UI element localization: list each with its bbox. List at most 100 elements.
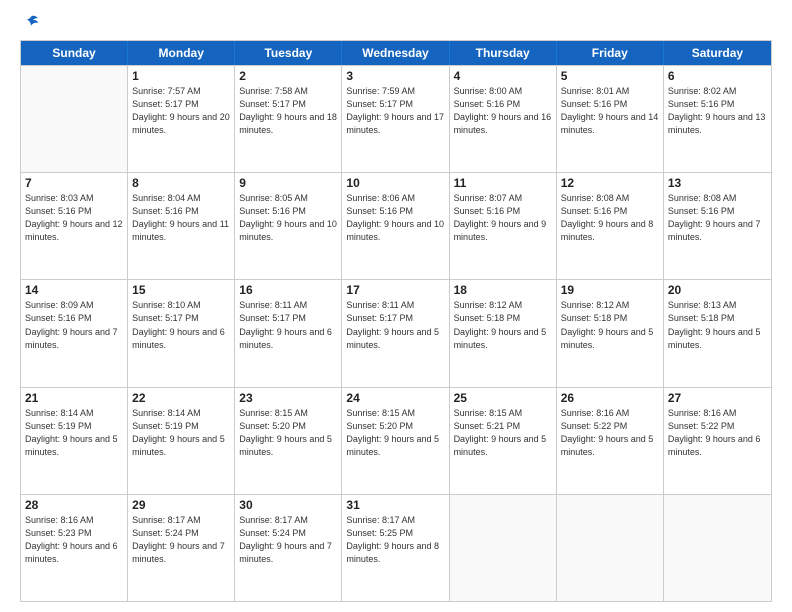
week-row-4: 21 Sunrise: 8:14 AM Sunset: 5:19 PM Dayli…: [21, 387, 771, 494]
day-cell-20: 20 Sunrise: 8:13 AM Sunset: 5:18 PM Dayli…: [664, 280, 771, 386]
day-number: 25: [454, 391, 552, 405]
day-info: Sunrise: 8:11 AM Sunset: 5:17 PM Dayligh…: [346, 299, 444, 351]
week-row-3: 14 Sunrise: 8:09 AM Sunset: 5:16 PM Dayli…: [21, 279, 771, 386]
day-number: 23: [239, 391, 337, 405]
day-number: 20: [668, 283, 767, 297]
day-cell-22: 22Sunrise: 8:14 AM Sunset: 5:19 PM Dayli…: [128, 388, 235, 494]
day-cell-15: 15 Sunrise: 8:10 AM Sunset: 5:17 PM Dayli…: [128, 280, 235, 386]
day-number: 8: [132, 176, 230, 190]
day-cell-empty-4-6: [664, 495, 771, 601]
day-number: 29: [132, 498, 230, 512]
calendar: SundayMondayTuesdayWednesdayThursdayFrid…: [20, 40, 772, 602]
day-number: 30: [239, 498, 337, 512]
day-cell-26: 26 Sunrise: 8:16 AM Sunset: 5:22 PM Dayli…: [557, 388, 664, 494]
day-cell-4: 4Sunrise: 8:00 AM Sunset: 5:16 PM Daylig…: [450, 66, 557, 172]
day-cell-6: 6 Sunrise: 8:02 AM Sunset: 5:16 PM Daylig…: [664, 66, 771, 172]
header: [20, 18, 772, 30]
day-info: Sunrise: 8:11 AM Sunset: 5:17 PM Dayligh…: [239, 299, 337, 351]
day-number: 9: [239, 176, 337, 190]
day-info: Sunrise: 8:07 AM Sunset: 5:16 PM Dayligh…: [454, 192, 552, 244]
day-cell-2: 2 Sunrise: 7:58 AM Sunset: 5:17 PM Daylig…: [235, 66, 342, 172]
day-number: 1: [132, 69, 230, 83]
day-info: Sunrise: 8:10 AM Sunset: 5:17 PM Dayligh…: [132, 299, 230, 351]
day-number: 13: [668, 176, 767, 190]
day-info: Sunrise: 8:04 AM Sunset: 5:16 PM Dayligh…: [132, 192, 230, 244]
day-info: Sunrise: 8:16 AM Sunset: 5:22 PM Dayligh…: [561, 407, 659, 459]
day-number: 12: [561, 176, 659, 190]
day-info: Sunrise: 8:17 AM Sunset: 5:24 PM Dayligh…: [239, 514, 337, 566]
day-number: 3: [346, 69, 444, 83]
day-info: Sunrise: 8:03 AM Sunset: 5:16 PM Dayligh…: [25, 192, 123, 244]
day-cell-28: 28Sunrise: 8:16 AM Sunset: 5:23 PM Dayli…: [21, 495, 128, 601]
day-cell-27: 27Sunrise: 8:16 AM Sunset: 5:22 PM Dayli…: [664, 388, 771, 494]
day-number: 5: [561, 69, 659, 83]
day-cell-16: 16 Sunrise: 8:11 AM Sunset: 5:17 PM Dayli…: [235, 280, 342, 386]
day-cell-5: 5 Sunrise: 8:01 AM Sunset: 5:16 PM Daylig…: [557, 66, 664, 172]
day-cell-empty-4-5: [557, 495, 664, 601]
day-cell-14: 14 Sunrise: 8:09 AM Sunset: 5:16 PM Dayli…: [21, 280, 128, 386]
header-day-friday: Friday: [557, 41, 664, 65]
page: SundayMondayTuesdayWednesdayThursdayFrid…: [0, 0, 792, 612]
day-cell-18: 18 Sunrise: 8:12 AM Sunset: 5:18 PM Dayli…: [450, 280, 557, 386]
day-number: 16: [239, 283, 337, 297]
day-cell-1: 1 Sunrise: 7:57 AM Sunset: 5:17 PM Daylig…: [128, 66, 235, 172]
day-cell-23: 23 Sunrise: 8:15 AM Sunset: 5:20 PM Dayli…: [235, 388, 342, 494]
day-info: Sunrise: 7:58 AM Sunset: 5:17 PM Dayligh…: [239, 85, 337, 137]
day-info: Sunrise: 8:17 AM Sunset: 5:24 PM Dayligh…: [132, 514, 230, 566]
day-info: Sunrise: 8:15 AM Sunset: 5:20 PM Dayligh…: [239, 407, 337, 459]
day-info: Sunrise: 8:12 AM Sunset: 5:18 PM Dayligh…: [561, 299, 659, 351]
day-number: 18: [454, 283, 552, 297]
week-row-1: 1 Sunrise: 7:57 AM Sunset: 5:17 PM Daylig…: [21, 65, 771, 172]
header-day-tuesday: Tuesday: [235, 41, 342, 65]
day-info: Sunrise: 8:12 AM Sunset: 5:18 PM Dayligh…: [454, 299, 552, 351]
day-info: Sunrise: 8:14 AM Sunset: 5:19 PM Dayligh…: [25, 407, 123, 459]
day-info: Sunrise: 8:16 AM Sunset: 5:23 PM Dayligh…: [25, 514, 123, 566]
day-number: 21: [25, 391, 123, 405]
day-info: Sunrise: 8:02 AM Sunset: 5:16 PM Dayligh…: [668, 85, 767, 137]
calendar-body: 1 Sunrise: 7:57 AM Sunset: 5:17 PM Daylig…: [21, 65, 771, 601]
day-number: 31: [346, 498, 444, 512]
day-cell-25: 25 Sunrise: 8:15 AM Sunset: 5:21 PM Dayli…: [450, 388, 557, 494]
day-number: 10: [346, 176, 444, 190]
day-info: Sunrise: 8:15 AM Sunset: 5:20 PM Dayligh…: [346, 407, 444, 459]
day-number: 26: [561, 391, 659, 405]
day-info: Sunrise: 8:06 AM Sunset: 5:16 PM Dayligh…: [346, 192, 444, 244]
header-day-sunday: Sunday: [21, 41, 128, 65]
logo: [20, 18, 40, 30]
day-info: Sunrise: 8:16 AM Sunset: 5:22 PM Dayligh…: [668, 407, 767, 459]
day-cell-13: 13 Sunrise: 8:08 AM Sunset: 5:16 PM Dayli…: [664, 173, 771, 279]
day-info: Sunrise: 8:13 AM Sunset: 5:18 PM Dayligh…: [668, 299, 767, 351]
day-info: Sunrise: 7:57 AM Sunset: 5:17 PM Dayligh…: [132, 85, 230, 137]
day-number: 4: [454, 69, 552, 83]
day-number: 24: [346, 391, 444, 405]
day-cell-21: 21 Sunrise: 8:14 AM Sunset: 5:19 PM Dayli…: [21, 388, 128, 494]
header-day-monday: Monday: [128, 41, 235, 65]
logo-bird-icon: [22, 14, 40, 32]
header-day-saturday: Saturday: [664, 41, 771, 65]
day-number: 11: [454, 176, 552, 190]
day-cell-29: 29 Sunrise: 8:17 AM Sunset: 5:24 PM Dayli…: [128, 495, 235, 601]
day-info: Sunrise: 8:15 AM Sunset: 5:21 PM Dayligh…: [454, 407, 552, 459]
day-info: Sunrise: 8:09 AM Sunset: 5:16 PM Dayligh…: [25, 299, 123, 351]
day-number: 15: [132, 283, 230, 297]
header-day-thursday: Thursday: [450, 41, 557, 65]
day-info: Sunrise: 7:59 AM Sunset: 5:17 PM Dayligh…: [346, 85, 444, 137]
day-number: 7: [25, 176, 123, 190]
day-cell-12: 12 Sunrise: 8:08 AM Sunset: 5:16 PM Dayli…: [557, 173, 664, 279]
day-cell-19: 19 Sunrise: 8:12 AM Sunset: 5:18 PM Dayli…: [557, 280, 664, 386]
calendar-header: SundayMondayTuesdayWednesdayThursdayFrid…: [21, 41, 771, 65]
day-cell-8: 8 Sunrise: 8:04 AM Sunset: 5:16 PM Daylig…: [128, 173, 235, 279]
header-day-wednesday: Wednesday: [342, 41, 449, 65]
day-number: 22: [132, 391, 230, 405]
day-info: Sunrise: 8:08 AM Sunset: 5:16 PM Dayligh…: [561, 192, 659, 244]
day-cell-24: 24 Sunrise: 8:15 AM Sunset: 5:20 PM Dayli…: [342, 388, 449, 494]
day-number: 14: [25, 283, 123, 297]
day-info: Sunrise: 8:08 AM Sunset: 5:16 PM Dayligh…: [668, 192, 767, 244]
day-number: 17: [346, 283, 444, 297]
day-number: 6: [668, 69, 767, 83]
day-number: 19: [561, 283, 659, 297]
day-cell-17: 17 Sunrise: 8:11 AM Sunset: 5:17 PM Dayli…: [342, 280, 449, 386]
day-number: 2: [239, 69, 337, 83]
day-cell-7: 7 Sunrise: 8:03 AM Sunset: 5:16 PM Daylig…: [21, 173, 128, 279]
day-info: Sunrise: 8:01 AM Sunset: 5:16 PM Dayligh…: [561, 85, 659, 137]
